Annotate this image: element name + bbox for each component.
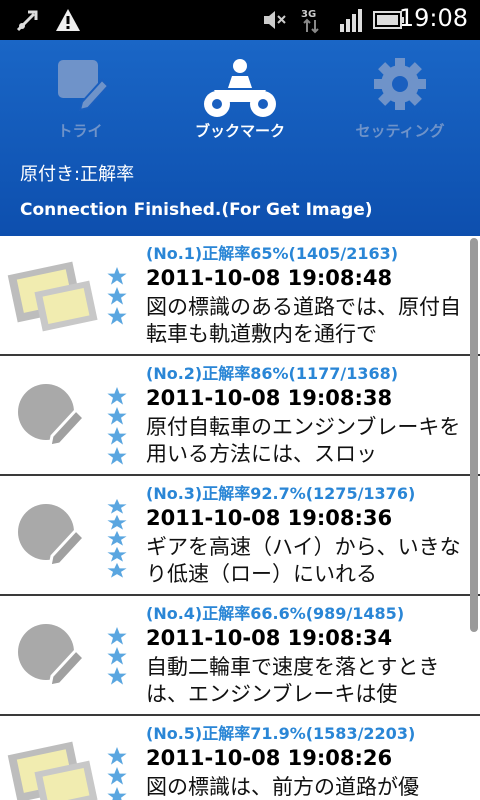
- question-text: 図の標識は、前方の道路が優: [146, 775, 419, 799]
- item-date: 2011-10-08 19:08:48: [146, 266, 393, 290]
- list-item[interactable]: (No.3)正解率92.7%(1275/1376) 2011-10-08 19:…: [0, 476, 480, 596]
- clock: 19:08: [398, 4, 468, 32]
- tab-settings[interactable]: セッティング: [320, 40, 480, 150]
- pencil-note-icon: [58, 60, 110, 112]
- correct-rate: (No.3)正解率92.7%(1275/1376): [146, 484, 416, 503]
- question-text: 図の標識のある道路では、原付自転車も軌道敷内を通行で: [146, 295, 461, 346]
- tab-bookmark-label: ブックマーク: [194, 122, 285, 140]
- tab-settings-label: セッティング: [355, 122, 445, 140]
- item-date: 2011-10-08 19:08:36: [146, 506, 393, 530]
- tab-bookmark[interactable]: ブックマーク: [160, 40, 320, 150]
- item-date: 2011-10-08 19:08:38: [146, 386, 393, 410]
- scrollbar[interactable]: [470, 238, 478, 632]
- star-rating: [107, 747, 127, 800]
- list-item[interactable]: (No.5)正解率71.9%(1583/2203) 2011-10-08 19:…: [0, 716, 480, 800]
- item-date: 2011-10-08 19:08:34: [146, 626, 393, 650]
- bookmark-list[interactable]: (No.1)正解率65%(1405/2163) 2011-10-08 19:08…: [0, 236, 480, 800]
- note-icon: [18, 624, 87, 688]
- star-rating: [107, 387, 127, 465]
- tab-try[interactable]: トライ: [0, 40, 160, 150]
- question-text: 原付自転車のエンジンブレーキを用いる方法には、スロッ: [146, 415, 461, 466]
- star-rating: [107, 498, 127, 578]
- note-icon: [18, 504, 87, 568]
- star-rating: [107, 627, 127, 685]
- mute-icon: [264, 11, 286, 29]
- sign-icon: [7, 261, 98, 332]
- sign-icon: [7, 741, 98, 800]
- usb-debug-icon: [16, 10, 38, 32]
- list-item[interactable]: (No.2)正解率86%(1177/1368) 2011-10-08 19:08…: [0, 356, 480, 476]
- list-item[interactable]: (No.4)正解率66.6%(989/1485) 2011-10-08 19:0…: [0, 596, 480, 716]
- warning-icon: [56, 9, 80, 31]
- status-bar: 3G 19:08: [0, 0, 480, 40]
- list-item[interactable]: (No.1)正解率65%(1405/2163) 2011-10-08 19:08…: [0, 236, 480, 356]
- svg-text:3G: 3G: [301, 9, 316, 20]
- correct-rate: (No.4)正解率66.6%(989/1485): [146, 604, 405, 623]
- signal-icon: [340, 9, 362, 32]
- correct-rate: (No.5)正解率71.9%(1583/2203): [146, 724, 416, 743]
- question-text: ギアを高速（ハイ）から、いきなり低速（ロー）にいれる: [146, 535, 461, 586]
- connection-status: Connection Finished.(For Get Image): [20, 200, 373, 220]
- gear-icon: [374, 58, 426, 110]
- item-date: 2011-10-08 19:08:26: [146, 746, 393, 770]
- correct-rate: (No.2)正解率86%(1177/1368): [146, 364, 399, 383]
- app-header: トライ ブックマーク セッティング 原付き:正解率 Connection Fin…: [0, 40, 480, 236]
- correct-rate: (No.1)正解率65%(1405/2163): [146, 244, 399, 263]
- question-text: 自動二輪車で速度を落とすときは、エンジンブレーキは使: [146, 655, 440, 706]
- note-icon: [18, 384, 87, 448]
- star-rating: [107, 267, 127, 325]
- motorbike-icon: [204, 59, 276, 117]
- tab-try-label: トライ: [57, 122, 103, 140]
- page-subtitle: 原付き:正解率: [20, 164, 135, 185]
- 3g-icon: 3G: [301, 9, 319, 34]
